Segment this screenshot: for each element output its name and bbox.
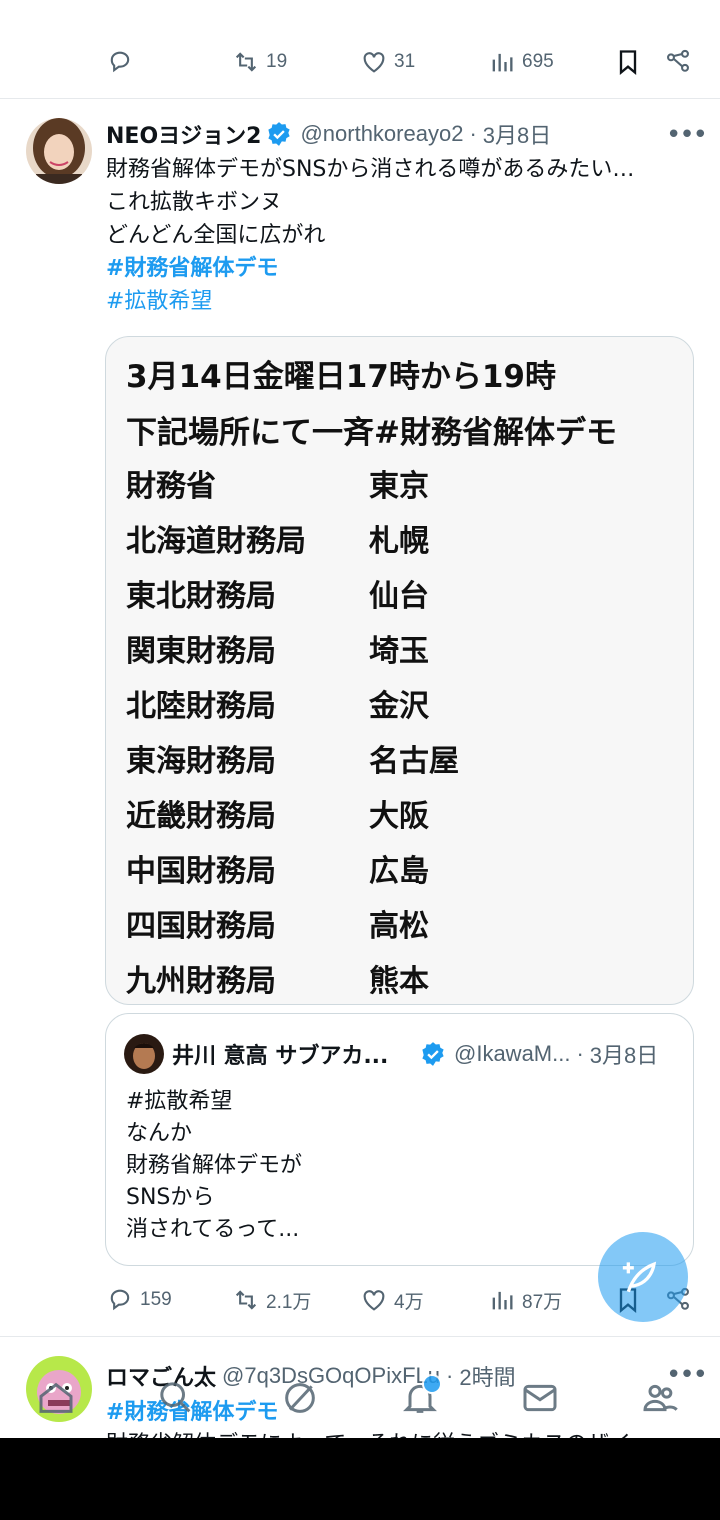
tweet-image[interactable]: 3月14日金曜日17時から19時 下記場所にて一斉#財務省解体デモ 財務省 東京… (105, 336, 694, 1005)
tweet-line: どんどん全国に広がれ (106, 223, 326, 248)
city-name: 広島 (369, 854, 429, 889)
office-name: 近畿財務局 (126, 799, 276, 834)
home-icon[interactable] (36, 1378, 76, 1422)
quote-date: 3月8日 (589, 1043, 659, 1068)
quote-avatar (124, 1034, 164, 1074)
tweet-date[interactable]: 3月8日 (483, 118, 551, 150)
quote-text: #拡散希望 なんか 財務省解体デモが SNSから 消されてるって... (126, 1086, 302, 1246)
view-count: 87万 (522, 1291, 563, 1313)
more-icon[interactable]: ••• (666, 120, 708, 150)
avatar[interactable] (26, 118, 92, 184)
bottom-nav (0, 1362, 720, 1438)
quote-line: #拡散希望 (126, 1089, 233, 1114)
separator: · (469, 121, 477, 146)
reply-icon (110, 1289, 130, 1311)
tweet-line: 財務省解体デモがSNSから消される噂があるみたい… (106, 157, 635, 182)
like-button[interactable]: 4万 (360, 1286, 424, 1314)
reply-count: 159 (140, 1289, 172, 1310)
quote-line: 財務省解体デモが (126, 1153, 303, 1178)
city-name: 大阪 (369, 799, 429, 834)
share-button[interactable] (664, 48, 692, 76)
like-button[interactable]: 31 (360, 48, 415, 76)
tweet-line: これ拡散キボンヌ (106, 190, 283, 215)
quoted-tweet[interactable]: 井川 意高 サブアカ... @IkawaM... · 3月8日 #拡散希望 なん… (105, 1013, 694, 1266)
city-name: 埼玉 (369, 634, 429, 669)
retweet-icon (235, 52, 257, 72)
compose-feather-icon (622, 1261, 657, 1293)
reply-button[interactable]: 159 (106, 1286, 172, 1314)
views-icon (492, 1291, 513, 1310)
hashtag-link[interactable]: #財務省解体デモ (106, 252, 696, 285)
city-name: 東京 (369, 469, 429, 504)
image-subheading: 下記場所にて一斉#財務省解体デモ (126, 415, 617, 451)
like-count: 4万 (394, 1291, 424, 1313)
reply-button[interactable] (106, 48, 140, 76)
retweet-count: 2.1万 (266, 1291, 312, 1313)
office-name: 関東財務局 (126, 634, 276, 669)
separator: · (576, 1041, 584, 1066)
quote-avatar-photo (124, 1034, 164, 1074)
office-name: 九州財務局 (126, 964, 276, 999)
office-name: 中国財務局 (126, 854, 276, 889)
office-name: 財務省 (126, 469, 216, 504)
grok-icon[interactable] (280, 1378, 320, 1422)
author-name[interactable]: NEOヨジョン2 (106, 118, 261, 150)
divider (0, 98, 720, 99)
views-button[interactable]: 695 (488, 48, 554, 76)
city-name: 高松 (369, 909, 429, 944)
bookmark-icon (619, 50, 637, 75)
city-name: 熊本 (369, 964, 429, 999)
bookmark-button[interactable] (614, 48, 642, 76)
views-icon (492, 53, 513, 72)
retweet-count: 19 (266, 51, 288, 72)
avatar-photo (26, 118, 92, 184)
city-name: 仙台 (369, 579, 429, 614)
office-name: 四国財務局 (126, 909, 276, 944)
author-handle[interactable]: @northkoreayo2 (300, 121, 463, 147)
tweet-header: NEOヨジョン2 @northkoreayo2 · 3月8日 (106, 118, 551, 150)
office-name: 北海道財務局 (126, 524, 306, 559)
divider (0, 1336, 720, 1337)
compose-button[interactable] (598, 1232, 688, 1322)
communities-icon[interactable] (640, 1378, 680, 1422)
retweet-button[interactable]: 2.1万 (232, 1286, 311, 1314)
view-count: 695 (522, 51, 554, 72)
views-button[interactable]: 87万 (488, 1286, 562, 1314)
retweet-icon (235, 1290, 257, 1310)
image-heading: 3月14日金曜日17時から19時 (126, 359, 556, 395)
quote-handle: @IkawaM... (454, 1041, 571, 1066)
messages-icon[interactable] (520, 1378, 560, 1422)
share-icon (667, 49, 689, 72)
system-navigation-bar (0, 1438, 720, 1520)
reply-icon (110, 51, 130, 73)
quote-line: SNSから (126, 1185, 215, 1210)
quote-line: 消されてるって... (126, 1217, 300, 1242)
heart-icon (363, 52, 385, 73)
hashtag-link[interactable]: #拡散希望 (106, 285, 696, 318)
city-name: 名古屋 (369, 744, 459, 779)
city-name: 金沢 (369, 689, 429, 724)
retweet-button[interactable]: 19 (232, 48, 287, 76)
quote-line: なんか (126, 1121, 193, 1146)
like-count: 31 (394, 51, 416, 72)
tweet-text: 財務省解体デモがSNSから消される噂があるみたい… これ拡散キボンヌ どんどん全… (106, 153, 696, 318)
verified-badge-icon (422, 1042, 444, 1066)
office-name: 東北財務局 (126, 579, 276, 614)
previous-tweet-actions: 19 31 695 (0, 40, 720, 90)
search-icon[interactable] (156, 1378, 196, 1422)
city-name: 札幌 (369, 524, 429, 559)
quote-author-name: 井川 意高 サブアカ... (172, 1044, 389, 1069)
quote-header: 井川 意高 サブアカ... @IkawaM... · 3月8日 (172, 1038, 677, 1070)
office-name: 北陸財務局 (126, 689, 276, 724)
heart-icon (363, 1290, 385, 1311)
office-name: 東海財務局 (126, 744, 276, 779)
verified-badge-icon (268, 122, 291, 146)
notification-badge (422, 1374, 442, 1394)
